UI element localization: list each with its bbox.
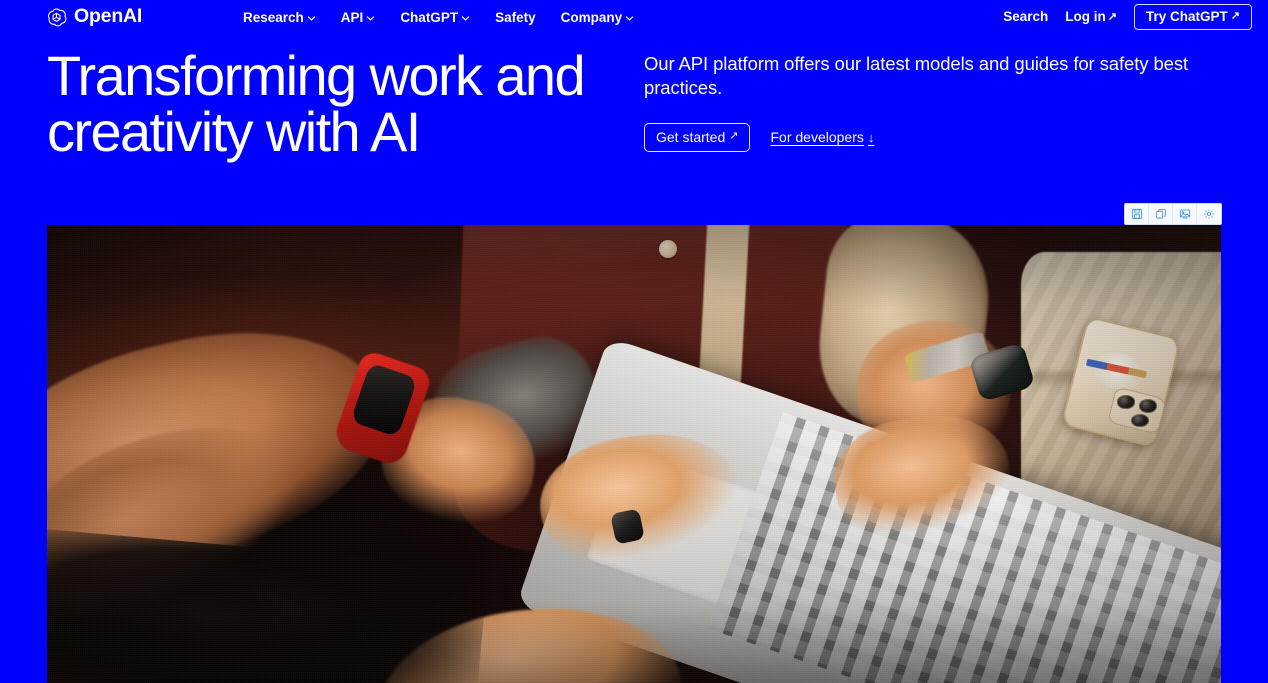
primary-nav: Research API ChatGPT Safety Company: [243, 8, 634, 27]
hero-section: Transforming work and creativity with AI…: [0, 42, 1268, 212]
chevron-down-icon: [625, 14, 634, 23]
brand-logo[interactable]: OpenAI: [46, 5, 142, 29]
copy-icon[interactable]: [1149, 204, 1173, 224]
nav-item-label: ChatGPT: [400, 9, 459, 25]
nav-item-label: Safety: [495, 9, 536, 25]
settings-gear-icon[interactable]: [1197, 204, 1221, 224]
header-actions: Search Log in ↗ Try ChatGPT ↗: [1003, 3, 1252, 31]
page-title-line-2: creativity with AI: [47, 100, 421, 163]
try-chatgpt-button[interactable]: Try ChatGPT ↗: [1134, 3, 1252, 31]
for-developers-link[interactable]: For developers ↓: [770, 130, 874, 144]
get-started-button[interactable]: Get started ↗: [644, 122, 751, 152]
hero-photo: [47, 225, 1221, 683]
nav-item-safety[interactable]: Safety: [495, 11, 536, 25]
arrow-up-right-icon: ↗: [729, 130, 739, 143]
nav-item-label: Company: [560, 9, 623, 25]
arrow-up-right-icon: ↗: [1230, 10, 1240, 22]
nav-item-research[interactable]: Research: [243, 11, 316, 25]
login-label: Log in: [1065, 9, 1106, 25]
chevron-down-icon: [366, 14, 375, 23]
image-toolbar: [1124, 203, 1222, 225]
hero-actions: Get started ↗ For developers ↓: [644, 122, 1224, 152]
nav-item-label: API: [340, 9, 364, 25]
photo-grain: [47, 225, 1221, 683]
search-label: Search: [1003, 9, 1049, 25]
get-started-label: Get started: [656, 128, 726, 145]
hero-description: Our API platform offers our latest model…: [644, 53, 1189, 99]
openai-logo-icon: [46, 7, 67, 28]
nav-item-label: Research: [243, 9, 304, 25]
arrow-up-right-icon: ↗: [1107, 10, 1118, 23]
for-developers-label: For developers: [770, 129, 864, 146]
nav-item-company[interactable]: Company: [561, 11, 635, 25]
openai-homepage: OpenAI Research API ChatGPT Safety Compa…: [0, 0, 1268, 683]
login-link[interactable]: Log in ↗: [1065, 10, 1117, 24]
nav-item-chatgpt[interactable]: ChatGPT: [400, 11, 470, 25]
brand-name: OpenAI: [74, 5, 143, 28]
arrow-down-icon: ↓: [867, 129, 875, 145]
image-icon[interactable]: [1173, 204, 1197, 224]
chevron-down-icon: [461, 14, 470, 23]
try-chatgpt-label: Try ChatGPT: [1146, 8, 1228, 24]
nav-item-api[interactable]: API: [341, 11, 376, 25]
chevron-down-icon: [307, 14, 316, 23]
search-button[interactable]: Search: [1003, 10, 1048, 24]
save-icon[interactable]: [1125, 204, 1149, 224]
page-title: Transforming work and creativity with AI: [47, 48, 627, 160]
hero-image: [47, 225, 1221, 683]
site-header: OpenAI Research API ChatGPT Safety Compa…: [0, 0, 1268, 34]
hero-content: Our API platform offers our latest model…: [644, 52, 1224, 152]
page-title-line-1: Transforming work and: [47, 44, 586, 107]
